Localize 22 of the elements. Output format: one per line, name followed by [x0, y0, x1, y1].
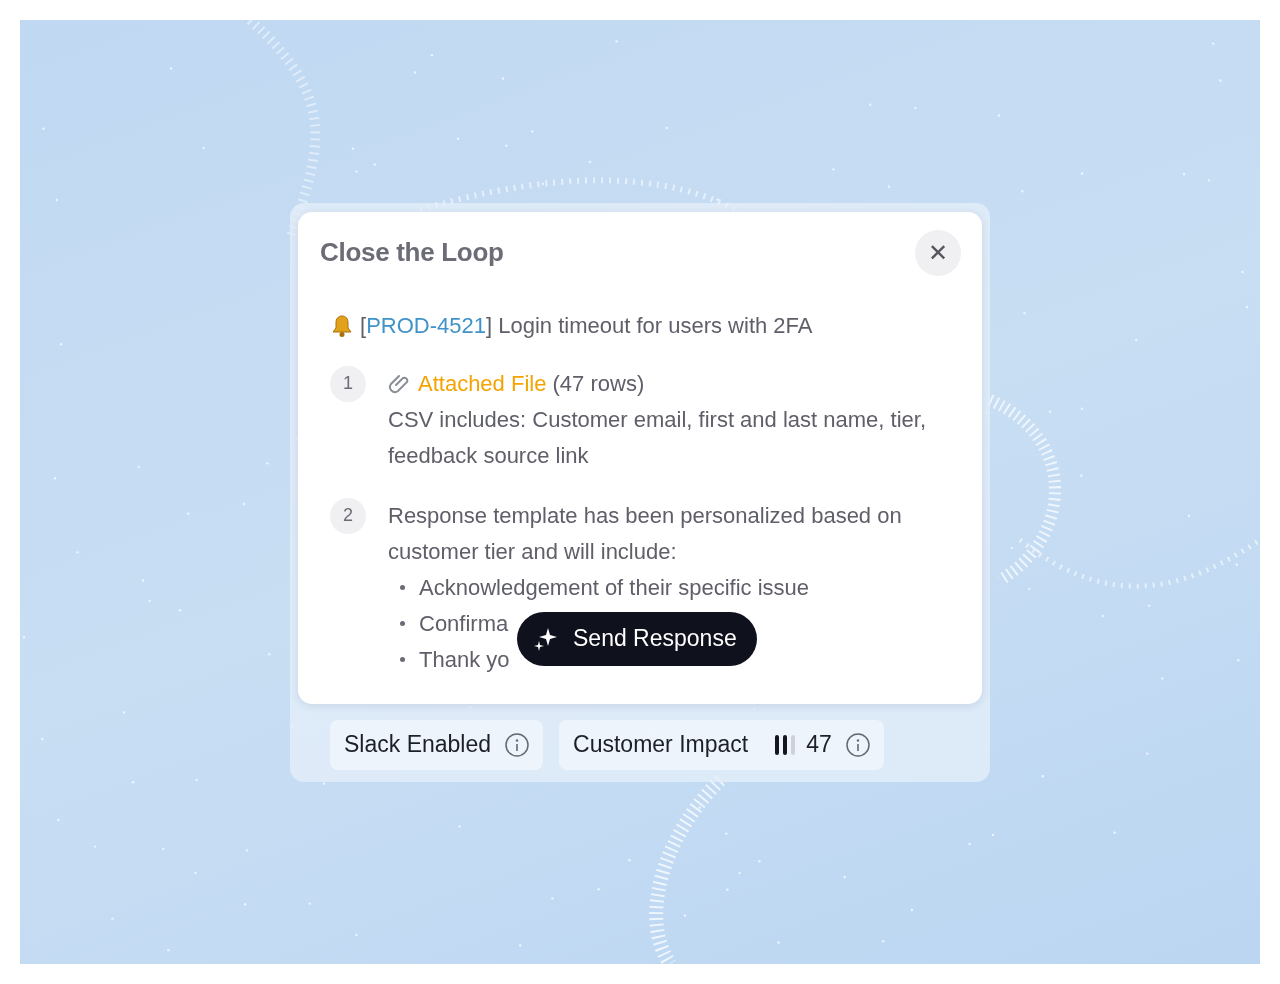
send-response-button[interactable]: Send Response	[517, 611, 757, 666]
bullet-dot	[400, 657, 405, 662]
impact-value: 47	[806, 731, 832, 758]
bell-icon	[330, 313, 354, 338]
attachment-text: Attached File (47 rows)	[418, 369, 645, 398]
step-text: Response template has been personalized based on customer tier and will include:	[388, 501, 903, 566]
step-text: CSV includes: Customer email, first and last name, tier, feedback source link	[388, 405, 927, 470]
ticket-link[interactable]: PROD-4521	[366, 312, 486, 338]
bullet-dot	[400, 585, 405, 590]
chip-label: Customer Impact	[573, 731, 749, 758]
bullet-text: Acknowledgement of their specific issue	[419, 573, 810, 602]
dialog-title: Close the Loop	[320, 237, 504, 268]
chip-label: Slack Enabled	[344, 731, 492, 758]
bullet-text: Thank yo	[419, 645, 510, 674]
bullet-text: Confirma	[419, 609, 509, 638]
step-number: 2	[330, 497, 366, 534]
info-icon[interactable]	[845, 732, 870, 757]
step-number: 1	[330, 365, 366, 402]
bullet-dot	[400, 621, 405, 626]
info-icon[interactable]	[505, 732, 530, 757]
close-button[interactable]: ✕	[915, 229, 961, 276]
ticket-summary: [PROD-4521] Login timeout for users with 2FA	[360, 311, 813, 340]
